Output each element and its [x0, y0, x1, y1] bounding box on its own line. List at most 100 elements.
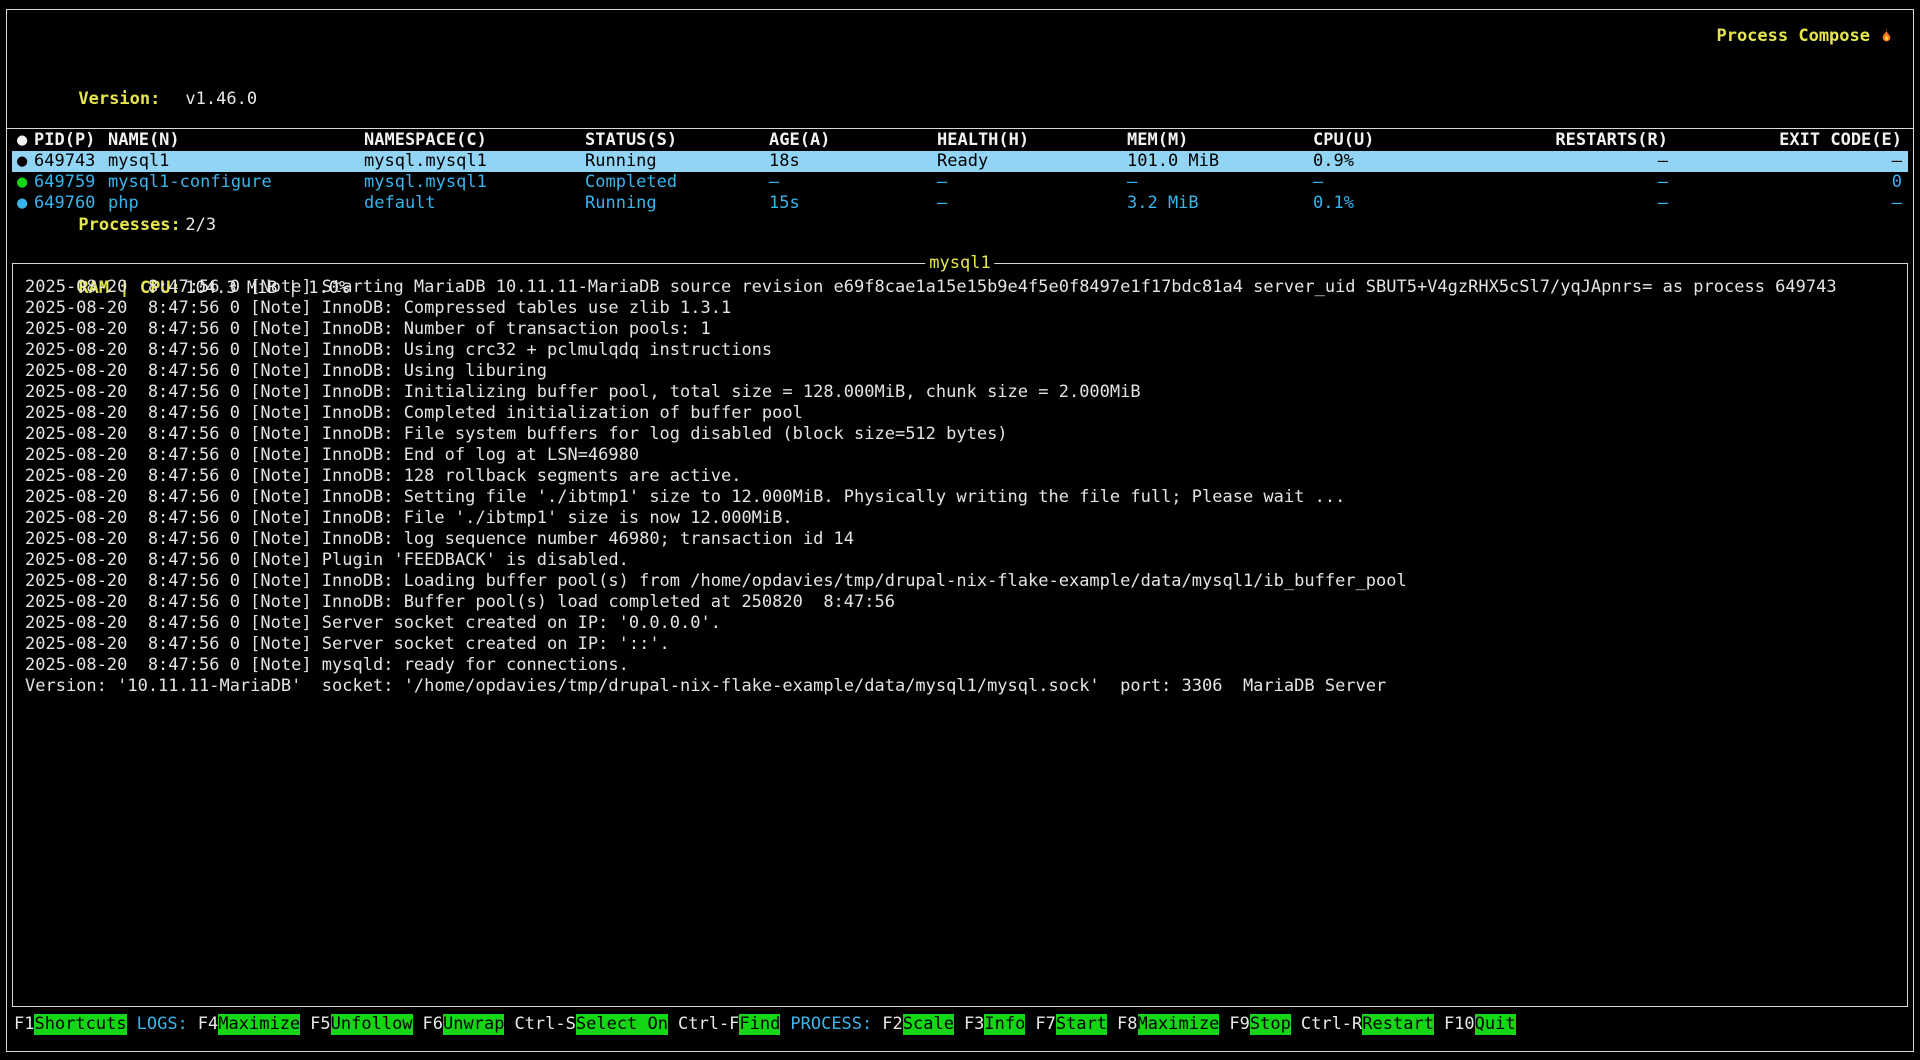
- shortcut-key: F9: [1229, 1014, 1249, 1035]
- shortcut-key: F2: [882, 1014, 902, 1035]
- shortcut-label: Maximize: [218, 1014, 300, 1035]
- header-version-line: Version:v1.46.0: [17, 68, 349, 89]
- table-row-php[interactable]: ● 649760 php default Running 15s – 3.2 M…: [12, 193, 1908, 214]
- shortcut-unwrap[interactable]: F6Unwrap: [423, 1014, 505, 1035]
- shortcut-key: F8: [1117, 1014, 1137, 1035]
- cell-health: –: [937, 172, 947, 193]
- shortcut-label: Quit: [1475, 1014, 1516, 1035]
- shortcut-process-maximize[interactable]: F8Maximize: [1117, 1014, 1219, 1035]
- app-title-text: Process Compose: [1716, 26, 1870, 47]
- shortcut-label: Info: [984, 1014, 1025, 1035]
- shortcut-key: F6: [423, 1014, 443, 1035]
- shortcut-quit[interactable]: F10Quit: [1444, 1014, 1516, 1035]
- shortcut-section-process: PROCESS:: [790, 1014, 872, 1035]
- column-header-pid[interactable]: PID(P): [34, 130, 95, 151]
- shortcut-label: Start: [1056, 1014, 1107, 1035]
- cell-pid: 649743: [34, 151, 95, 172]
- cell-pid: 649760: [34, 193, 95, 214]
- column-header-status[interactable]: STATUS(S): [585, 130, 677, 151]
- log-panel[interactable]: mysql1 2025-08-20 8:47:56 0 [Note] Start…: [12, 263, 1908, 1007]
- log-line: 2025-08-20 8:47:56 0 [Note] InnoDB: Init…: [25, 382, 1895, 403]
- log-line: 2025-08-20 8:47:56 0 [Note] mysqld: read…: [25, 655, 1895, 676]
- cell-cpu: 0.1%: [1313, 193, 1354, 214]
- shortcut-find[interactable]: Ctrl-FFind: [678, 1014, 780, 1035]
- cell-exit-code: 0: [1892, 172, 1902, 193]
- shortcut-scale[interactable]: F2Scale: [882, 1014, 954, 1035]
- version-label: Version:: [78, 89, 185, 110]
- shortcut-label: Select On: [576, 1014, 668, 1035]
- shortcut-label: Unfollow: [331, 1014, 413, 1035]
- table-row-mysql1[interactable]: ● 649743 mysql1 mysql.mysql1 Running 18s…: [12, 151, 1908, 172]
- version-value: v1.46.0: [185, 89, 257, 109]
- cell-exit-code: –: [1892, 151, 1902, 172]
- log-line: Version: '10.11.11-MariaDB' socket: '/ho…: [25, 676, 1895, 697]
- cell-mem: –: [1127, 172, 1137, 193]
- column-header-exit-code[interactable]: EXIT CODE(E): [1779, 130, 1902, 151]
- process-table-header: ● PID(P) NAME(N) NAMESPACE(C) STATUS(S) …: [12, 130, 1908, 151]
- shortcut-logs-maximize[interactable]: F4Maximize: [198, 1014, 300, 1035]
- cell-status: Completed: [585, 172, 677, 193]
- column-header-bullet-icon: ●: [17, 130, 27, 151]
- log-line: 2025-08-20 8:47:56 0 [Note] InnoDB: Sett…: [25, 487, 1895, 508]
- shortcut-key: F7: [1035, 1014, 1055, 1035]
- processes-value: 2/3: [185, 215, 216, 235]
- shortcut-label: Maximize: [1138, 1014, 1220, 1035]
- shortcut-key: F1: [14, 1014, 34, 1035]
- shortcut-restart[interactable]: Ctrl-RRestart: [1301, 1014, 1434, 1035]
- log-line: 2025-08-20 8:47:56 0 [Note] InnoDB: Numb…: [25, 319, 1895, 340]
- cell-exit-code: –: [1892, 193, 1902, 214]
- log-line: 2025-08-20 8:47:56 0 [Note] InnoDB: Usin…: [25, 361, 1895, 382]
- app-title: Process Compose: [1716, 26, 1896, 47]
- log-line: 2025-08-20 8:47:56 0 [Note] InnoDB: File…: [25, 424, 1895, 445]
- shortcut-label: Restart: [1362, 1014, 1434, 1035]
- log-line: 2025-08-20 8:47:56 0 [Note] InnoDB: Comp…: [25, 403, 1895, 424]
- shortcut-select-on[interactable]: Ctrl-SSelect On: [514, 1014, 668, 1035]
- shortcut-key: Ctrl-S: [514, 1014, 575, 1035]
- column-header-health[interactable]: HEALTH(H): [937, 130, 1029, 151]
- log-line: 2025-08-20 8:47:56 0 [Note] InnoDB: Buff…: [25, 592, 1895, 613]
- cell-age: –: [769, 172, 779, 193]
- log-line: 2025-08-20 8:47:56 0 [Note] InnoDB: log …: [25, 529, 1895, 550]
- log-line: 2025-08-20 8:47:56 0 [Note] Server socke…: [25, 613, 1895, 634]
- log-line: 2025-08-20 8:47:56 0 [Note] Starting Mar…: [25, 277, 1895, 298]
- cell-status: Running: [585, 151, 657, 172]
- shortcut-key: Ctrl-F: [678, 1014, 739, 1035]
- shortcut-label: Stop: [1250, 1014, 1291, 1035]
- log-line: 2025-08-20 8:47:56 0 [Note] Server socke…: [25, 634, 1895, 655]
- column-header-name[interactable]: NAME(N): [108, 130, 180, 151]
- column-header-restarts[interactable]: RESTARTS(R): [1555, 130, 1668, 151]
- shortcut-unfollow[interactable]: F5Unfollow: [310, 1014, 412, 1035]
- log-line: 2025-08-20 8:47:56 0 [Note] InnoDB: Usin…: [25, 340, 1895, 361]
- shortcut-key: F5: [310, 1014, 330, 1035]
- status-bullet-icon: ●: [17, 172, 27, 193]
- shortcut-label: Find: [739, 1014, 780, 1035]
- column-header-mem[interactable]: MEM(M): [1127, 130, 1188, 151]
- shortcut-stop[interactable]: F9Stop: [1229, 1014, 1290, 1035]
- shortcut-start[interactable]: F7Start: [1035, 1014, 1107, 1035]
- shortcut-section-logs: LOGS:: [137, 1014, 188, 1035]
- cell-restarts: –: [1658, 193, 1668, 214]
- cell-namespace: mysql.mysql1: [364, 172, 487, 193]
- cell-pid: 649759: [34, 172, 95, 193]
- shortcut-shortcuts[interactable]: F1Shortcuts: [14, 1014, 127, 1035]
- shortcut-info[interactable]: F3Info: [964, 1014, 1025, 1035]
- status-bullet-icon: ●: [17, 193, 27, 214]
- cell-health: –: [937, 193, 947, 214]
- shortcut-label: Unwrap: [443, 1014, 504, 1035]
- column-header-age[interactable]: AGE(A): [769, 130, 830, 151]
- table-row-mysql1-configure[interactable]: ● 649759 mysql1-configure mysql.mysql1 C…: [12, 172, 1908, 193]
- log-output: 2025-08-20 8:47:56 0 [Note] Starting Mar…: [13, 264, 1907, 1006]
- cell-restarts: –: [1658, 151, 1668, 172]
- cell-restarts: –: [1658, 172, 1668, 193]
- column-header-cpu[interactable]: CPU(U): [1313, 130, 1374, 151]
- log-line: 2025-08-20 8:47:56 0 [Note] InnoDB: Load…: [25, 571, 1895, 592]
- shortcut-key: F3: [964, 1014, 984, 1035]
- column-header-namespace[interactable]: NAMESPACE(C): [364, 130, 487, 151]
- cell-status: Running: [585, 193, 657, 214]
- cell-namespace: default: [364, 193, 436, 214]
- cell-mem: 3.2 MiB: [1127, 193, 1199, 214]
- shortcut-label: Shortcuts: [34, 1014, 126, 1035]
- log-line: 2025-08-20 8:47:56 0 [Note] InnoDB: Comp…: [25, 298, 1895, 319]
- cell-namespace: mysql.mysql1: [364, 151, 487, 172]
- cell-name: php: [108, 193, 139, 214]
